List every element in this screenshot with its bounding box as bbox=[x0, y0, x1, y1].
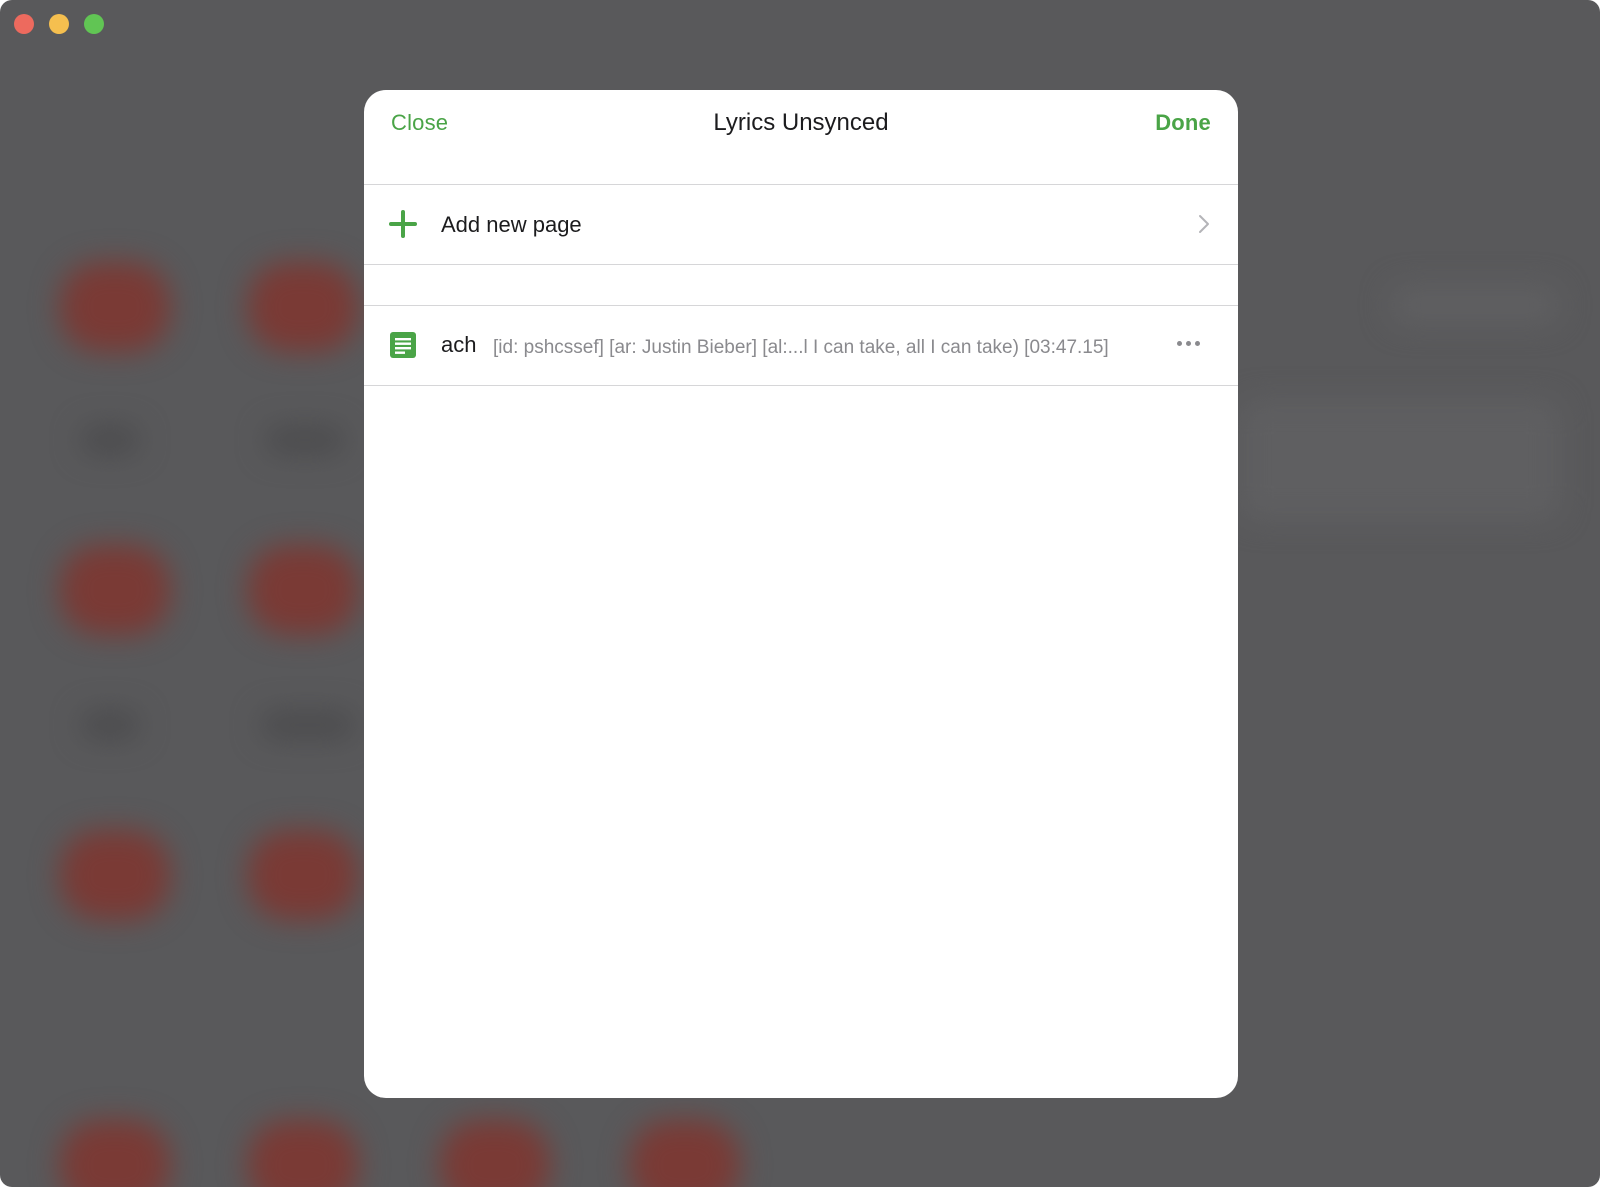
sheet-title: Lyrics Unsynced bbox=[713, 109, 889, 136]
page-name: ach bbox=[441, 332, 477, 357]
chevron-right-icon bbox=[1199, 215, 1209, 233]
document-icon bbox=[390, 332, 416, 358]
maximize-window-button[interactable] bbox=[84, 14, 104, 34]
plus-icon bbox=[389, 210, 417, 238]
app-window: Close Lyrics Unsynced Done Add new page bbox=[0, 0, 1600, 1187]
add-new-page-row[interactable]: Add new page bbox=[364, 185, 1238, 265]
page-row[interactable]: ach [id: pshcssef] [ar: Justin Bieber] [… bbox=[364, 306, 1238, 386]
more-icon[interactable] bbox=[1177, 341, 1200, 346]
done-button[interactable]: Done bbox=[1155, 110, 1211, 136]
sheet-navigation-bar: Close Lyrics Unsynced Done bbox=[364, 90, 1238, 185]
window-controls bbox=[14, 14, 104, 34]
section-separator bbox=[364, 265, 1238, 306]
add-new-page-label: Add new page bbox=[441, 211, 582, 237]
lyrics-sheet: Close Lyrics Unsynced Done Add new page bbox=[364, 90, 1238, 1098]
close-window-button[interactable] bbox=[14, 14, 34, 34]
page-metadata: [id: pshcssef] [ar: Justin Bieber] [al:.… bbox=[493, 337, 1109, 358]
minimize-window-button[interactable] bbox=[49, 14, 69, 34]
